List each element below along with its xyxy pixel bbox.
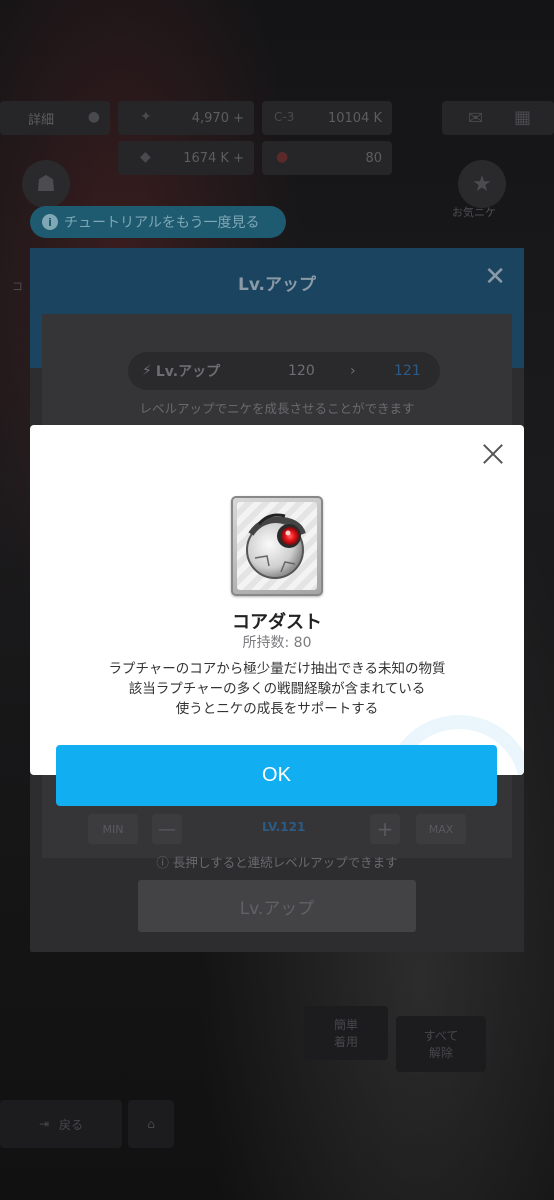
item-description-line-3: 使うとニケの成長をサポートする <box>175 701 379 717</box>
item-name: コアダスト <box>232 612 322 633</box>
home-icon: ⌂ <box>147 1117 155 1131</box>
tutorial-replay-button[interactable]: i チュートリアルをもう一度見る <box>30 206 286 238</box>
item-icon-frame <box>231 496 323 596</box>
core-small-icon: ● <box>276 149 289 165</box>
max-button[interactable]: MAX <box>416 814 466 844</box>
item-info-modal: コアダスト 所持数: 80 ラプチャーのコアから極少量だけ抽出できる未知の物質 … <box>30 425 524 775</box>
arrow-right-icon: › <box>350 363 356 379</box>
currency-pill-4: ● 80 <box>262 141 392 175</box>
grid-menu-icon: ▦ <box>514 107 532 128</box>
currency-pill-2: C-3 10104 K <box>262 101 392 135</box>
detail-pill[interactable]: 詳細 ● <box>0 101 110 135</box>
currency-pill-1: ✦ 4,970 + <box>118 101 254 135</box>
item-description-line-1: ラプチャーのコアから極少量だけ抽出できる未知の物質 <box>108 661 446 677</box>
detail-label: 詳細 <box>28 112 55 128</box>
side-left-label: コ <box>12 280 23 293</box>
tutorial-label: チュートリアルをもう一度見る <box>64 215 260 231</box>
hold-note-text: 長押しすると連続レベルアップできます <box>172 855 398 870</box>
item-count: 所持数: 80 <box>242 635 312 651</box>
crystal-icon: ✦ <box>140 109 152 125</box>
simple-equip-label: 簡単 着用 <box>333 1018 358 1049</box>
close-icon[interactable] <box>478 439 508 469</box>
back-label: 戻る <box>59 1117 84 1132</box>
to-level: 121 <box>394 363 421 379</box>
gauge-label: C-3 <box>274 110 295 124</box>
min-button[interactable]: MIN <box>88 814 138 844</box>
info-icon: ● <box>87 109 100 125</box>
back-button[interactable]: ⇥ 戻る <box>0 1100 122 1148</box>
ok-button[interactable]: OK <box>56 745 497 806</box>
bolt-icon: ⚡ <box>142 363 152 379</box>
plus-button[interactable]: + <box>370 814 400 844</box>
minus-button[interactable]: — <box>152 814 182 844</box>
mail-icon: ✉ <box>468 108 484 129</box>
close-icon[interactable]: ✕ <box>484 262 506 292</box>
info-icon: i <box>42 214 58 230</box>
credit-icon: ◆ <box>140 149 151 165</box>
favorite-icon[interactable]: ★ <box>458 160 506 208</box>
level-row-label: Lv.アップ <box>155 364 221 380</box>
home-button[interactable]: ⌂ <box>128 1100 174 1148</box>
currency-value-3: 1674 K + <box>183 150 244 166</box>
remove-all-button[interactable]: すべて 解除 <box>396 1016 486 1072</box>
exit-icon: ⇥ <box>38 1117 50 1131</box>
level-row: ⚡ Lv.アップ 120 › 121 <box>128 352 440 390</box>
level-description: レベルアップでニケを成長させることができます <box>139 401 415 416</box>
level-up-button[interactable]: Lv.アップ <box>138 880 416 932</box>
currency-value-4: 80 <box>365 150 382 166</box>
simple-equip-button[interactable]: 簡単 着用 <box>304 1006 388 1060</box>
mail-button[interactable]: ✉ ▦ <box>442 101 554 135</box>
currency-value-1: 4,970 + <box>191 110 244 126</box>
item-description: ラプチャーのコアから極少量だけ抽出できる未知の物質 該当ラプチャーの多くの戦闘経… <box>30 659 524 719</box>
currency-value-2: 10104 K <box>327 110 382 126</box>
info-icon: ⓘ <box>156 855 173 870</box>
from-level: 120 <box>288 363 315 379</box>
item-description-line-2: 該当ラプチャーの多くの戦闘経験が含まれている <box>128 681 426 697</box>
level-up-title: Lv.アップ <box>238 275 316 295</box>
level-display: LV.121 <box>262 820 306 834</box>
profile-icon[interactable]: ☗ <box>22 160 70 208</box>
favorite-label: お気ニケ <box>452 206 496 219</box>
remove-all-label: すべて 解除 <box>423 1029 459 1060</box>
currency-pill-3: ◆ 1674 K + <box>118 141 254 175</box>
hold-note: ⓘ 長押しすると連続レベルアップできます <box>30 852 524 871</box>
core-dust-icon <box>246 513 306 579</box>
